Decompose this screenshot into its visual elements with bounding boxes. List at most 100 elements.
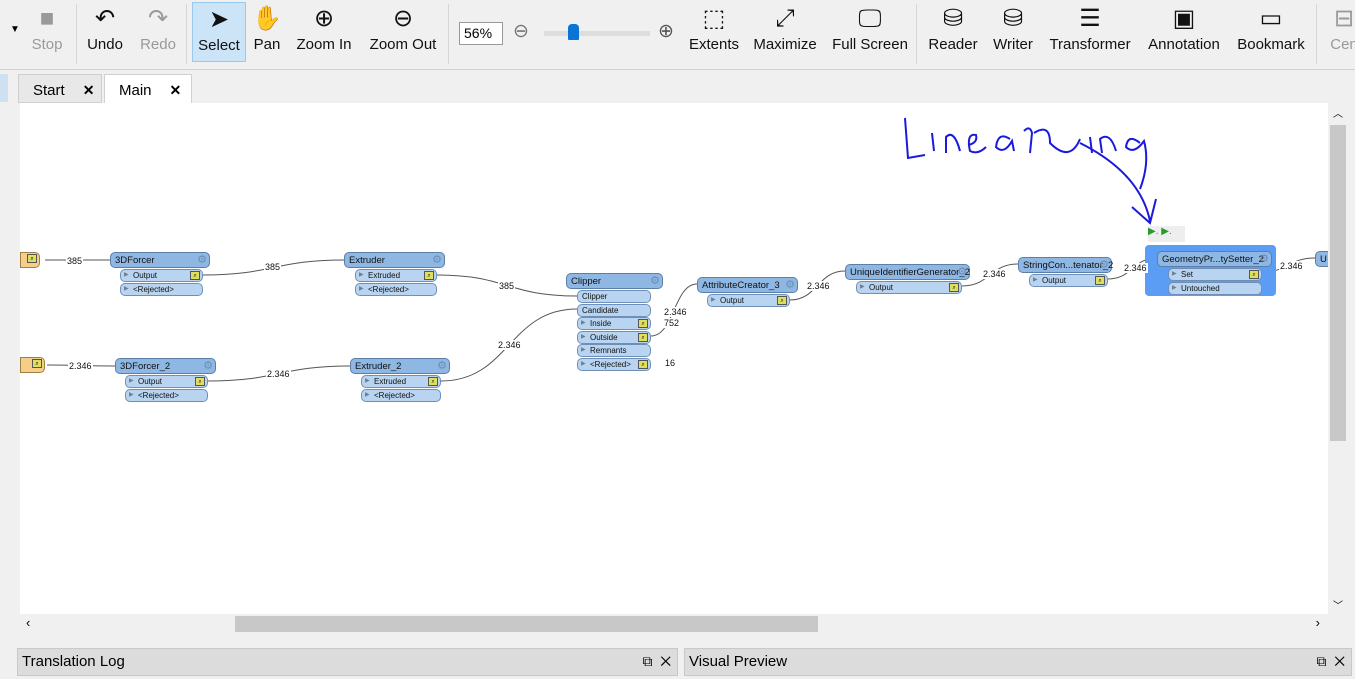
gear-icon[interactable]: ⚙ — [203, 359, 213, 372]
gear-icon[interactable]: ⚙ — [197, 253, 207, 266]
output-port[interactable]: Inside ⌕ — [577, 317, 651, 330]
close-icon[interactable]: ✕ — [170, 82, 182, 98]
extents-button[interactable]: ⬚ Extents — [688, 2, 740, 62]
output-port[interactable]: Extruded ⌕ — [361, 375, 441, 388]
gear-icon[interactable]: ⚙ — [650, 274, 660, 287]
output-port[interactable]: <Rejected> — [120, 282, 203, 296]
float-icon[interactable]: ⧉ — [1317, 653, 1327, 669]
inspect-icon[interactable]: ⌕ — [777, 296, 787, 305]
reader-node[interactable]: ⌕ — [20, 252, 40, 268]
inspect-icon[interactable]: ⌕ — [195, 377, 205, 386]
inspect-icon[interactable]: ⌕ — [27, 254, 37, 263]
button-label: Zoom Out — [369, 36, 437, 53]
inspect-icon[interactable]: ⌕ — [32, 359, 42, 368]
node-header[interactable]: Extruder ⚙ — [344, 252, 445, 268]
gear-icon[interactable]: ⚙ — [1099, 258, 1109, 271]
inspect-icon[interactable]: ⌕ — [638, 319, 648, 328]
gear-icon[interactable]: ⚙ — [432, 253, 442, 266]
input-port[interactable]: Clipper — [577, 290, 651, 303]
output-port[interactable]: Untouched — [1168, 281, 1262, 295]
node-header[interactable]: Clipper ⚙ — [566, 273, 663, 289]
output-port[interactable]: Remnants — [577, 344, 651, 357]
node-header[interactable]: UniqueIdentifierGenerator_2 ⚙ — [845, 264, 970, 280]
output-port[interactable]: Outside ⌕ — [577, 330, 651, 344]
inspect-icon[interactable]: ⌕ — [190, 271, 200, 280]
output-port[interactable]: <Rejected> — [125, 388, 208, 402]
inspect-icon[interactable]: ⌕ — [638, 332, 648, 342]
feature-count: 2.346 — [982, 269, 1007, 279]
cen-button[interactable]: ⊟ Cen — [1324, 2, 1355, 62]
zoom-in-small-icon[interactable]: ⊕ — [658, 20, 674, 43]
annotation-button[interactable]: ▣ Annotation — [1142, 2, 1226, 62]
writer-button[interactable]: ⛁ Writer — [988, 2, 1038, 62]
port-label: <Rejected> — [138, 390, 179, 400]
reader-node[interactable]: ⌕ — [20, 357, 45, 373]
gear-icon[interactable]: ⚙ — [957, 265, 967, 278]
vertical-scrollbar[interactable]: ︿ ﹀ — [1328, 103, 1348, 614]
inspect-icon[interactable]: ⌕ — [638, 359, 648, 369]
inspect-icon[interactable]: ⌕ — [1095, 276, 1105, 285]
gear-icon[interactable]: ⚙ — [437, 359, 447, 372]
node-header[interactable]: StringCon...tenator_2 ⚙ — [1018, 257, 1113, 273]
output-port[interactable]: Output ⌕ — [1029, 274, 1108, 287]
gear-icon[interactable]: ⚙ — [1259, 252, 1269, 265]
output-port[interactable]: Output ⌕ — [125, 375, 208, 388]
node-header[interactable]: U — [1315, 251, 1328, 267]
toolbar-separator — [76, 4, 77, 64]
extents-icon: ⬚ — [702, 5, 726, 32]
workspace-canvas[interactable]: ▶. ▶. ⌕ ⌕ 3DForcer ⚙ Output ⌕ <Rejected> Extru… — [20, 103, 1328, 614]
output-port[interactable]: Output ⌕ — [856, 281, 962, 294]
output-port[interactable]: Extruded ⌕ — [355, 269, 437, 282]
maximize-icon: ⤢ — [775, 5, 795, 32]
node-name: Extruder — [349, 255, 385, 266]
float-icon[interactable]: ⧉ — [643, 653, 653, 669]
close-icon[interactable]: ✕ — [83, 82, 95, 98]
node-header[interactable]: AttributeCreator_3 ⚙ — [697, 277, 798, 293]
zoom-field[interactable]: 56% — [459, 22, 503, 45]
inspect-icon[interactable]: ⌕ — [424, 271, 434, 280]
inspect-icon[interactable]: ⌕ — [949, 283, 959, 292]
undo-button[interactable]: ↶ Undo — [82, 2, 128, 62]
input-port[interactable]: Candidate — [577, 303, 651, 317]
node-header[interactable]: 3DForcer ⚙ — [110, 252, 210, 268]
scroll-thumb[interactable] — [235, 616, 818, 632]
run-buttons[interactable]: ▶. ▶. — [1148, 226, 1185, 242]
inspect-icon[interactable]: ⌕ — [1249, 270, 1259, 279]
tab-start[interactable]: Start ✕ — [18, 74, 102, 103]
inspect-icon[interactable]: ⌕ — [428, 377, 438, 386]
tab-main[interactable]: Main ✕ — [104, 74, 192, 103]
node-header[interactable]: 3DForcer_2 ⚙ — [115, 358, 216, 374]
output-port[interactable]: Output ⌕ — [120, 269, 203, 282]
button-label: Maximize — [753, 36, 817, 53]
bookmark-button[interactable]: ▭ Bookmark — [1234, 2, 1308, 62]
zoom-in-button[interactable]: ⊕ Zoom In — [292, 2, 356, 62]
full-screen-button[interactable]: 🖵 Full Screen — [830, 2, 910, 62]
output-port[interactable]: <Rejected> — [355, 282, 437, 296]
zoom-out-button[interactable]: ⊖ Zoom Out — [365, 2, 441, 62]
output-port[interactable]: Set ⌕ — [1168, 268, 1262, 281]
zoom-slider[interactable] — [544, 24, 650, 40]
toolbar-separator — [1316, 4, 1317, 64]
output-port[interactable]: <Rejected> ⌕ — [577, 357, 651, 371]
port-label: <Rejected> — [590, 359, 631, 369]
horizontal-scrollbar[interactable]: ‹ › — [20, 614, 1328, 634]
tab-label: Main — [119, 82, 152, 99]
gear-icon[interactable]: ⚙ — [785, 278, 795, 291]
slider-handle[interactable] — [568, 24, 579, 40]
select-button[interactable]: ➤ Select — [192, 2, 246, 62]
node-header[interactable]: Extruder_2 ⚙ — [350, 358, 450, 374]
close-icon[interactable]: ✕ — [1334, 653, 1345, 669]
zoom-out-small-icon[interactable]: ⊖ — [513, 20, 529, 43]
maximize-button[interactable]: ⤢ Maximize — [750, 2, 820, 62]
transformer-button[interactable]: ☰ Transformer — [1046, 2, 1134, 62]
redo-button[interactable]: ↷ Redo — [136, 2, 180, 62]
pan-button[interactable]: ✋ Pan — [250, 2, 284, 62]
scroll-thumb[interactable] — [1330, 125, 1346, 441]
output-port[interactable]: <Rejected> — [361, 388, 441, 402]
dropdown-arrow-icon[interactable]: ▼ — [10, 24, 20, 35]
stop-button[interactable]: ■ Stop — [28, 2, 66, 62]
close-icon[interactable]: ✕ — [660, 653, 671, 669]
node-header[interactable]: GeometryPr...tySetter_2 ⚙ — [1157, 251, 1272, 267]
reader-button[interactable]: ⛁ Reader — [926, 2, 980, 62]
output-port[interactable]: Output ⌕ — [707, 294, 790, 307]
